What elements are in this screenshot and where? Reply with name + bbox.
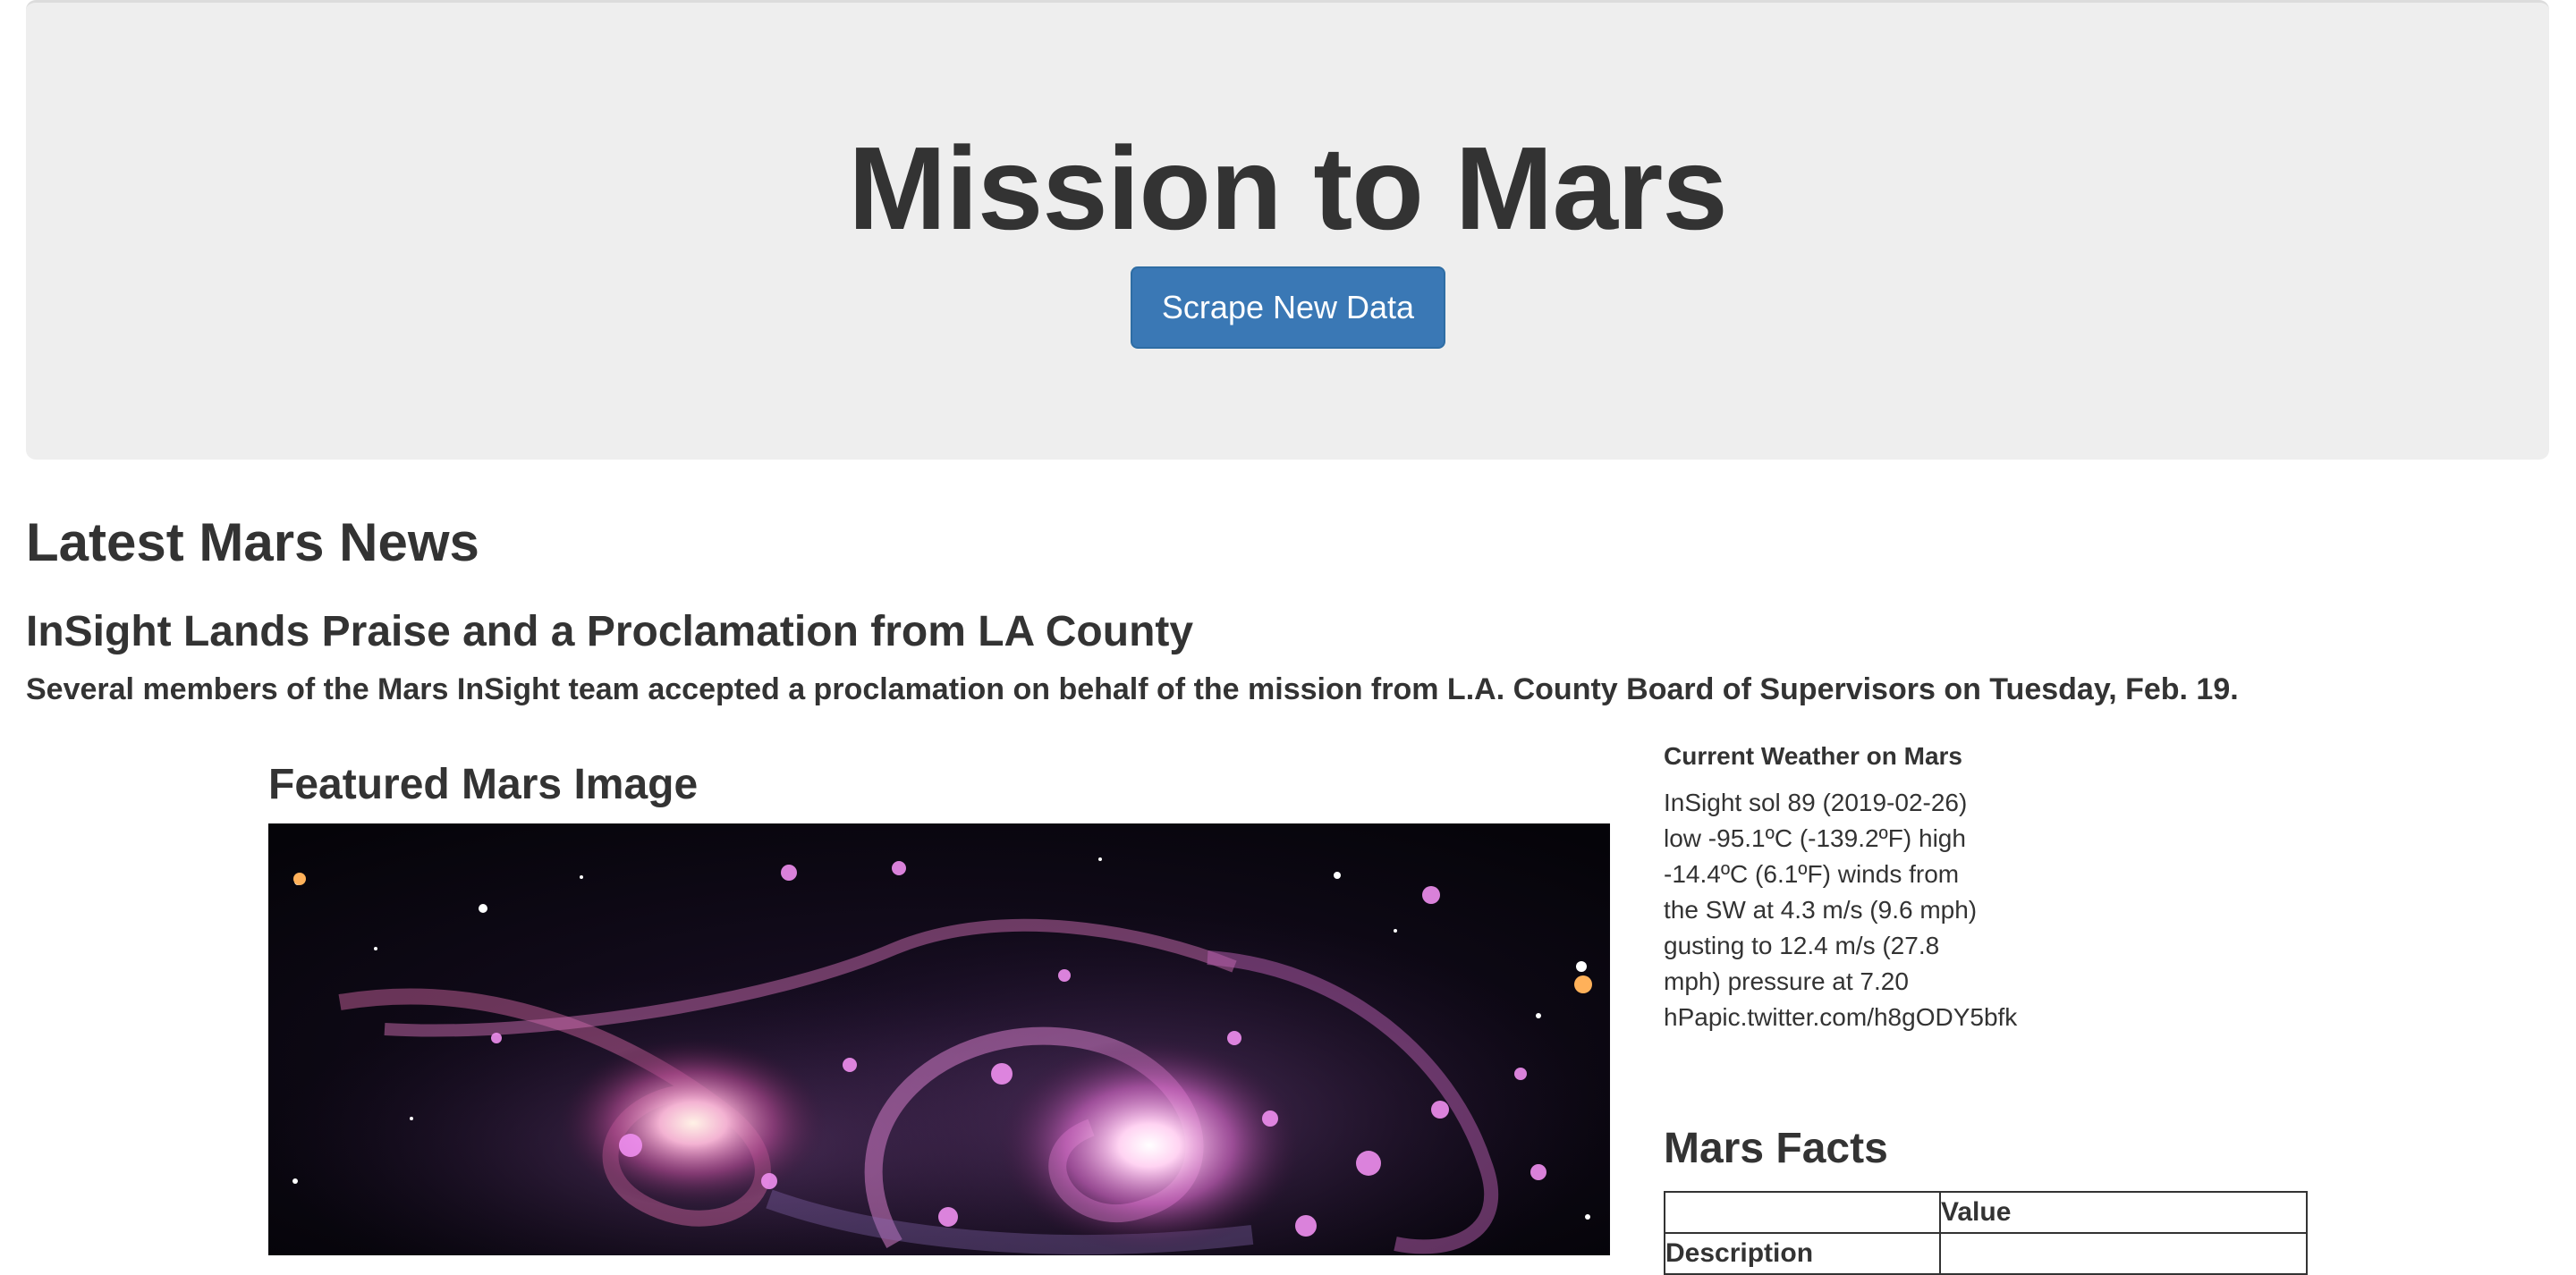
galaxy-image (268, 823, 1610, 1255)
table-header-row: Value (1664, 1191, 2308, 1234)
table-row-value (1939, 1232, 2308, 1275)
table-row-label: Description (1664, 1232, 1941, 1275)
table-header-cell (1664, 1191, 1941, 1234)
weather-line: InSight sol 89 (2019-02-26) (1664, 789, 1968, 816)
weather-line: mph) pressure at 7.20 (1664, 967, 1909, 995)
news-paragraph: Several members of the Mars InSight team… (26, 672, 2239, 706)
news-title: InSight Lands Praise and a Proclamation … (26, 608, 1194, 655)
weather-report: InSight sol 89 (2019-02-26) low -95.1ºC … (1664, 785, 2039, 1035)
mars-facts-heading: Mars Facts (1664, 1125, 1888, 1172)
weather-heading: Current Weather on Mars (1664, 742, 1962, 770)
scrape-new-data-button[interactable]: Scrape New Data (1131, 266, 1445, 349)
table-header-cell: Value (1939, 1191, 2308, 1234)
featured-image-heading: Featured Mars Image (268, 761, 699, 808)
weather-line: gusting to 12.4 m/s (27.8 (1664, 932, 1940, 959)
mars-facts-table: Value Description (1664, 1191, 2308, 1275)
page-title: Mission to Mars (848, 122, 1727, 254)
weather-line: low -95.1ºC (-139.2ºF) high (1664, 824, 1966, 852)
jumbotron-header: Mission to Mars Scrape New Data (26, 0, 2549, 460)
weather-line: the SW at 4.3 m/s (9.6 mph) (1664, 896, 1978, 924)
latest-news-heading: Latest Mars News (26, 512, 479, 572)
table-row: Description (1664, 1232, 2308, 1275)
weather-line: hPapic.twitter.com/h8gODY5bfk (1664, 1003, 2018, 1031)
featured-mars-image[interactable] (268, 823, 1610, 1255)
weather-line: -14.4ºC (6.1ºF) winds from (1664, 860, 1960, 888)
